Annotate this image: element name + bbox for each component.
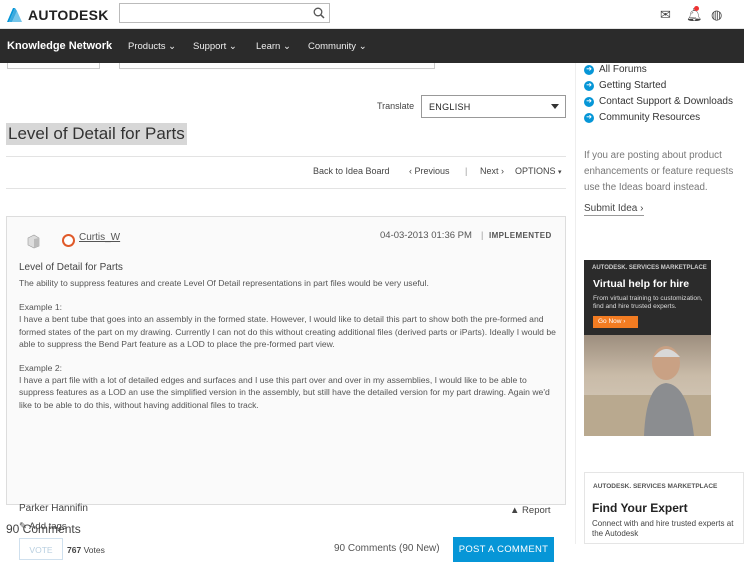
sidebar: ➜ All Forums ➜ Getting Started ➜ Contact Su…	[576, 63, 744, 544]
previous-label: Previous	[414, 166, 450, 176]
nav-community-label: Community	[308, 41, 357, 52]
partial-box	[7, 63, 100, 69]
vote-count-number: 767	[67, 545, 82, 555]
post-paragraph: Example 2: I have a part file with a lot…	[19, 363, 550, 410]
person-illustration-icon	[584, 346, 711, 436]
rank-badge-icon	[62, 234, 75, 247]
go-now-label: Go Now	[598, 318, 622, 325]
language-select-value: ENGLISH	[429, 102, 471, 112]
post-subject: Level of Detail for Parts	[19, 262, 123, 273]
comments-heading: 90 Comments	[6, 522, 81, 536]
next-link[interactable]: Next ›	[480, 166, 504, 176]
chevron-right-icon: ›	[623, 318, 626, 325]
sidebar-link-label: Getting Started	[599, 80, 667, 91]
arrow-circle-icon: ➜	[584, 64, 594, 75]
username-link[interactable]: Curtis_W	[79, 232, 120, 243]
ad-headline: Virtual help for hire	[593, 278, 690, 290]
main-content: Translate ENGLISH Level of Detail for Pa…	[0, 63, 575, 562]
chevron-left-icon: ‹	[409, 166, 412, 176]
ad-brand: AUTODESK. SERVICES MARKETPLACE	[592, 265, 707, 271]
nav-products[interactable]: Products ⌄	[128, 41, 176, 52]
ad-subtext: Connect with and hire trusted experts at…	[592, 519, 734, 538]
autodesk-logo-icon	[7, 8, 22, 22]
chevron-down-icon: ⌄	[358, 41, 367, 52]
arrow-circle-icon: ➜	[584, 80, 594, 91]
top-bar: AUTODESK ✉ 🔔︎ ◍	[0, 0, 744, 29]
warning-icon: ▲	[510, 505, 520, 516]
submit-idea-link[interactable]: Submit Idea ›	[584, 203, 644, 216]
post-paragraph: The ability to suppress features and cre…	[19, 278, 429, 288]
autodesk-logo[interactable]: AUTODESK	[6, 6, 109, 23]
author-company: Parker Hannifin	[19, 503, 88, 514]
status-badge: IMPLEMENTED	[489, 231, 552, 240]
main-nav: Knowledge Network Products ⌄ Support ⌄ L…	[0, 29, 744, 63]
ad-banner-find-expert[interactable]: AUTODESK. SERVICES MARKETPLACE Find Your…	[584, 472, 744, 544]
report-link[interactable]: ▲ Report	[510, 505, 551, 516]
caret-down-icon: ▾	[558, 169, 562, 176]
sidebar-link-community-resources[interactable]: ➜ Community Resources	[584, 112, 700, 123]
language-select[interactable]: ENGLISH	[421, 95, 566, 118]
partial-box	[119, 63, 435, 69]
nav-learn-label: Learn	[256, 41, 281, 52]
search-input[interactable]	[119, 3, 330, 23]
post-comment-button[interactable]: POST A COMMENT	[453, 537, 554, 562]
ad-headline: Find Your Expert	[592, 501, 688, 515]
arrow-circle-icon: ➜	[584, 96, 594, 107]
nav-support-label: Support	[193, 41, 227, 52]
vote-count-label: Votes	[83, 545, 105, 555]
ad-banner-virtual-help[interactable]: AUTODESK. SERVICES MARKETPLACE Virtual h…	[584, 260, 711, 436]
vote-button[interactable]: VOTE	[19, 538, 63, 560]
logo-text: AUTODESK	[28, 6, 109, 23]
nav-separator: |	[465, 166, 468, 176]
bell-icon[interactable]: 🔔︎	[686, 6, 703, 23]
page-title: Level of Detail for Parts	[6, 123, 187, 145]
idea-post: Curtis_W 04-03-2013 01:36 PM | IMPLEMENT…	[6, 216, 566, 562]
divider	[6, 188, 566, 189]
sidebar-link-label: Community Resources	[599, 112, 701, 123]
chevron-right-icon: ›	[501, 166, 505, 176]
sidebar-link-all-forums[interactable]: ➜ All Forums	[584, 64, 647, 75]
post-date: 04-03-2013 01:36 PM	[380, 230, 472, 241]
sidebar-link-label: All Forums	[599, 64, 647, 75]
chevron-down-icon: ⌄	[228, 41, 237, 52]
ad-photo	[584, 335, 711, 436]
sidebar-link-label: Contact Support & Downloads	[599, 96, 733, 107]
caret-down-icon	[551, 104, 559, 109]
status-separator: |	[481, 230, 484, 240]
nav-learn[interactable]: Learn ⌄	[256, 41, 291, 52]
post-paragraph: Example 1: I have a bent tube that goes …	[19, 302, 556, 349]
search-icon[interactable]	[313, 7, 325, 19]
divider	[6, 156, 566, 157]
arrow-circle-icon: ➜	[584, 112, 594, 123]
go-now-button[interactable]: Go Now ›	[593, 316, 638, 328]
vote-count: 767 Votes	[67, 545, 105, 555]
translate-label: Translate	[377, 101, 415, 111]
chevron-down-icon: ⌄	[168, 41, 177, 52]
mail-icon[interactable]: ✉	[660, 7, 671, 23]
submit-idea-label: Submit Idea	[584, 203, 638, 214]
report-label: Report	[522, 505, 551, 516]
chevron-right-icon: ›	[640, 203, 644, 214]
next-label: Next	[480, 166, 499, 176]
ad-subtext: From virtual training to customization, …	[593, 295, 703, 310]
back-to-board-link[interactable]: Back to Idea Board	[313, 166, 390, 176]
previous-link[interactable]: ‹ Previous	[409, 166, 450, 176]
globe-icon[interactable]: ◍	[711, 7, 722, 23]
sidebar-link-contact-support[interactable]: ➜ Contact Support & Downloads	[584, 96, 733, 107]
options-menu[interactable]: OPTIONS ▾	[515, 166, 562, 176]
nav-brand[interactable]: Knowledge Network	[7, 40, 112, 52]
ideas-note: If you are posting about product enhance…	[584, 150, 734, 193]
sidebar-link-getting-started[interactable]: ➜ Getting Started	[584, 80, 666, 91]
nav-community[interactable]: Community ⌄	[308, 41, 367, 52]
ad-brand: AUTODESK. SERVICES MARKETPLACE	[593, 483, 718, 490]
post-body: The ability to suppress features and cre…	[19, 277, 559, 423]
comments-count-link[interactable]: 90 Comments (90 New)	[334, 543, 440, 554]
avatar[interactable]	[26, 234, 41, 249]
chevron-down-icon: ⌄	[282, 41, 291, 52]
options-label: OPTIONS	[515, 166, 556, 176]
nav-support[interactable]: Support ⌄	[193, 41, 237, 52]
nav-products-label: Products	[128, 41, 166, 52]
